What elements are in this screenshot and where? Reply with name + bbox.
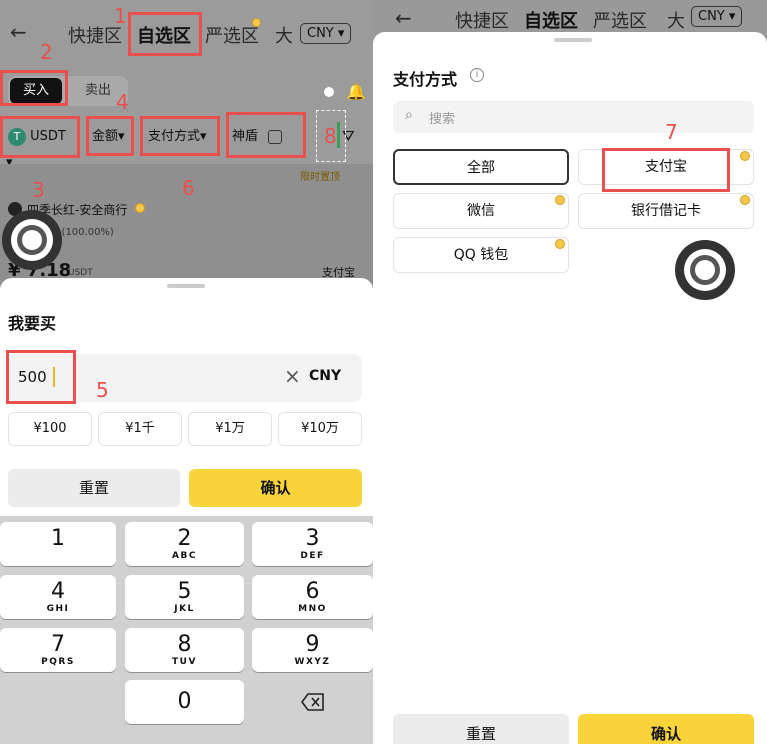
option-all[interactable]: 全部 <box>393 149 569 185</box>
verified-badge-icon <box>135 203 145 213</box>
reset-button[interactable]: 重置 <box>8 469 180 507</box>
currency-select[interactable]: CNY ▾ <box>300 23 352 44</box>
amount-currency: CNY <box>309 368 342 384</box>
currency-label: CNY <box>698 9 725 24</box>
currency-label: CNY <box>307 26 334 41</box>
left-screen: ← 快捷区 自选区 严选区 大 CNY ▾ 买入 卖出 🔔 T USDT ▾ 金… <box>0 0 373 744</box>
sheet-title: 支付方式 <box>393 70 458 89</box>
key-1[interactable]: 1 <box>0 522 116 566</box>
annotation-label-2: 2 <box>40 40 53 64</box>
price-unit: USDT <box>68 268 93 278</box>
search-input[interactable]: ⌕ 搜索 <box>393 101 754 133</box>
key-3[interactable]: 3 DEF <box>252 522 373 566</box>
new-badge-icon <box>252 18 261 27</box>
back-arrow-icon[interactable]: ← <box>395 6 412 30</box>
annotation-label-4: 4 <box>116 90 129 114</box>
confirm-button[interactable]: 确认 <box>578 714 754 744</box>
reset-button[interactable]: 重置 <box>393 714 569 744</box>
key-0[interactable]: 0 <box>125 680 244 724</box>
key-8-letters: TUV <box>172 657 197 667</box>
option-badge-icon <box>555 195 565 205</box>
key-9-digit: 9 <box>305 632 320 657</box>
search-placeholder: 搜索 <box>429 112 456 127</box>
key-4-letters: GHI <box>46 604 70 614</box>
annotation-box-5 <box>6 350 76 404</box>
annotation-box-6 <box>140 116 220 156</box>
key-9-letters: WXYZ <box>294 657 331 667</box>
option-badge-icon <box>740 195 750 205</box>
key-5-letters: JKL <box>174 604 195 614</box>
promo-tag: 限时置顶 <box>300 172 340 183</box>
option-wechat[interactable]: 微信 <box>393 193 569 229</box>
annotation-box-2 <box>0 70 68 106</box>
touch-cursor-icon <box>675 240 735 300</box>
annotation-label-3: 3 <box>32 178 45 202</box>
key-6-letters: MNO <box>298 604 327 614</box>
clear-icon[interactable]: × <box>284 364 301 388</box>
annotation-box-1 <box>128 12 202 56</box>
bell-icon[interactable]: 🔔 <box>346 82 366 101</box>
green-marker <box>337 122 340 148</box>
search-icon: ⌕ <box>405 107 413 123</box>
key-1-digit: 1 <box>51 526 65 551</box>
tab-large[interactable]: 大 <box>275 22 293 48</box>
key-6-digit: 6 <box>305 579 320 604</box>
back-arrow-icon[interactable]: ← <box>10 20 27 44</box>
annotation-box-3 <box>0 116 80 158</box>
annotation-label-6: 6 <box>182 176 195 200</box>
quick-amount-100[interactable]: ¥100 <box>8 412 92 446</box>
right-screen: ← 快捷区 自选区 严选区 大 CNY ▾ 支付方式 i ⌕ 搜索 全部 支付宝… <box>373 0 767 744</box>
confirm-button[interactable]: 确认 <box>189 469 362 507</box>
annotation-box-4 <box>86 116 134 156</box>
sheet-handle[interactable] <box>167 284 205 288</box>
key-8[interactable]: 8 TUV <box>125 628 244 672</box>
key-2-digit: 2 <box>177 526 192 551</box>
quick-amount-1k[interactable]: ¥1千 <box>98 412 182 446</box>
currency-select[interactable]: CNY ▾ <box>691 6 743 27</box>
quick-amount-100k[interactable]: ¥10万 <box>278 412 362 446</box>
tab-selected[interactable]: 严选区 <box>593 7 647 33</box>
annotation-label-7: 7 <box>665 120 678 144</box>
key-9[interactable]: 9 WXYZ <box>252 628 373 672</box>
numeric-keypad: 1 2 ABC 3 DEF 4 GHI 5 JKL 6 MNO 7 PQRS 8 TUV 9W… <box>0 516 373 744</box>
tab-quick[interactable]: 快捷区 <box>455 7 509 33</box>
key-8-digit: 8 <box>177 632 192 657</box>
option-badge-icon <box>740 151 750 161</box>
sheet-handle[interactable] <box>554 38 592 42</box>
annotation-label-8: 8 <box>324 124 337 148</box>
key-7[interactable]: 7 PQRS <box>0 628 116 672</box>
sheet-title: 我要买 <box>8 314 57 333</box>
key-2-letters: ABC <box>172 551 197 561</box>
key-7-digit: 7 <box>51 632 65 657</box>
key-4[interactable]: 4 GHI <box>0 575 116 619</box>
info-icon[interactable]: i <box>470 68 484 82</box>
rotate-handle[interactable] <box>324 87 334 97</box>
annotation-box-7 <box>602 148 730 192</box>
key-7-letters: PQRS <box>41 657 75 667</box>
option-bank-debit[interactable]: 银行借记卡 <box>578 193 754 229</box>
key-6[interactable]: 6 MNO <box>252 575 373 619</box>
key-5-digit: 5 <box>177 579 192 604</box>
touch-cursor-icon <box>2 210 62 270</box>
key-5[interactable]: 5 JKL <box>125 575 244 619</box>
tab-custom[interactable]: 自选区 <box>524 7 578 33</box>
key-4-digit: 4 <box>51 579 65 604</box>
annotation-box-8 <box>226 112 306 158</box>
option-badge-icon <box>555 239 565 249</box>
quick-amount-10k[interactable]: ¥1万 <box>188 412 272 446</box>
payment-method-sheet: 支付方式 i ⌕ 搜索 全部 支付宝 微信 银行借记卡 QQ 钱包 重置 确认 <box>373 32 767 744</box>
annotation-label-5: 5 <box>96 378 109 402</box>
key-2[interactable]: 2 ABC <box>125 522 244 566</box>
key-0-digit: 0 <box>177 689 192 714</box>
option-qq-wallet[interactable]: QQ 钱包 <box>393 237 569 273</box>
annotation-label-1: 1 <box>114 4 127 28</box>
tab-large[interactable]: 大 <box>667 7 685 33</box>
key-3-letters: DEF <box>300 551 325 561</box>
backspace-icon[interactable] <box>300 692 326 712</box>
key-3-digit: 3 <box>305 526 320 551</box>
tab-selected[interactable]: 严选区 <box>205 22 259 48</box>
